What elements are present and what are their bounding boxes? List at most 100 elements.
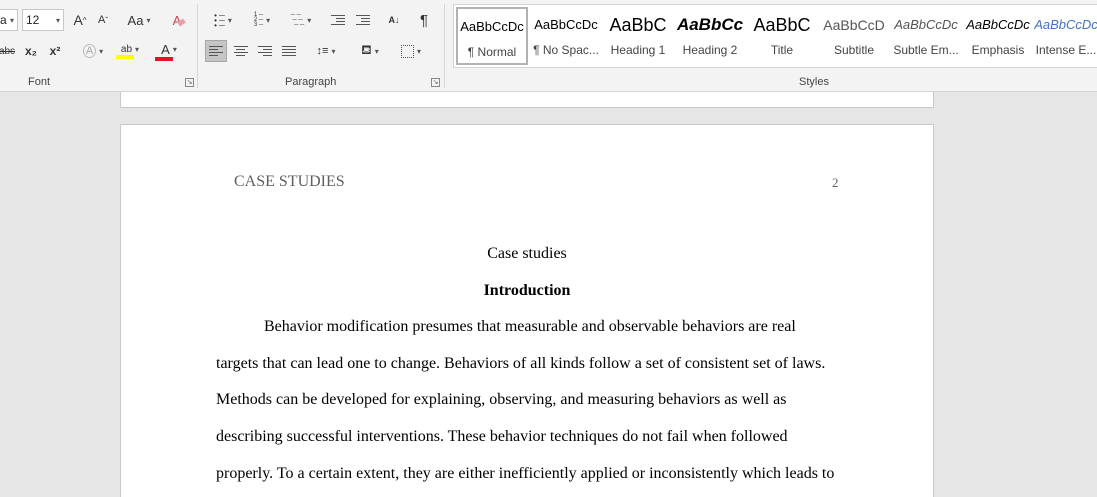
pilcrow-icon: ¶: [419, 11, 429, 29]
subscript-label: x₂: [24, 44, 37, 58]
bullets-button[interactable]: • ─ • ─ • ─ ▾: [206, 9, 240, 31]
previous-page-bottom: [120, 92, 934, 108]
style-preview: AaBbCcDc: [966, 17, 1030, 32]
sort-button[interactable]: A↓: [384, 9, 404, 31]
clear-formatting-button[interactable]: A: [168, 9, 190, 31]
chevron-down-icon: ▾: [99, 46, 104, 56]
text-effects-label: A: [82, 44, 97, 58]
style-name: Heading 1: [610, 43, 666, 57]
justify-icon: [282, 44, 296, 58]
strikethrough-label: abc: [0, 45, 16, 57]
ribbon: a ▾ 12 ▾ A ^ Aˇ Aa ▾ A abc x₂ x² A ▾ ab ▾ A ▾: [0, 0, 1097, 92]
style-heading-2[interactable]: AaBbCc Heading 2: [674, 7, 746, 65]
document-page[interactable]: CASE STUDIES 2 Case studies Introduction…: [120, 124, 934, 497]
style-preview: AaBbCcDc: [1034, 17, 1097, 32]
style-title[interactable]: AaBbC Title: [746, 7, 818, 65]
chevron-down-icon: ▾: [172, 44, 177, 54]
style-subtitle[interactable]: AaBbCcD Subtitle: [818, 7, 890, 65]
body-line: describing successful interventions. The…: [216, 428, 788, 445]
chevron-down-icon: ▾: [331, 46, 336, 56]
decrease-indent-button[interactable]: [328, 9, 348, 31]
increase-indent-icon: [356, 13, 370, 27]
style-no-spacing[interactable]: AaBbCcDc ¶ No Spac...: [530, 7, 602, 65]
style-name: ¶ Normal: [467, 45, 517, 59]
align-left-icon: [209, 44, 223, 58]
highlight-color-button[interactable]: ab ▾: [114, 40, 146, 62]
borders-button[interactable]: ▾: [394, 40, 428, 62]
grow-font-button[interactable]: A ^: [70, 9, 90, 31]
style-heading-1[interactable]: AaBbC Heading 1: [602, 7, 674, 65]
chevron-down-icon: ▾: [266, 15, 271, 25]
shading-button[interactable]: ⛾ ▾: [353, 40, 387, 62]
superscript-label: x²: [49, 44, 61, 58]
font-size-value: 12: [26, 13, 40, 27]
numbered-list-icon: 1 ─ 2 ─ 3 ─: [253, 11, 264, 28]
line-spacing-button[interactable]: ↕≡ ▾: [309, 40, 343, 62]
multilevel-list-button[interactable]: ─ ─ ─ ─ ─ ─ ▾: [284, 9, 318, 31]
line-spacing-icon: ↕≡: [316, 45, 329, 57]
subscript-button[interactable]: x₂: [22, 40, 40, 62]
font-name-combo[interactable]: a ▾: [0, 9, 18, 31]
group-divider: [197, 4, 198, 88]
style-preview: AaBbCc: [676, 15, 744, 34]
styles-group-label: Styles: [799, 76, 829, 88]
align-left-button[interactable]: [205, 40, 227, 62]
page-number: 2: [832, 175, 839, 190]
show-formatting-button[interactable]: ¶: [414, 9, 434, 31]
body-line: properly. To a certain extent, they are …: [216, 465, 835, 482]
font-group-label: Font: [28, 76, 51, 88]
change-case-button[interactable]: Aa ▾: [122, 9, 156, 31]
shrink-font-label: A: [97, 14, 106, 26]
align-center-icon: [234, 44, 248, 58]
style-name: Emphasis: [971, 43, 1025, 57]
paragraph-dialog-launcher-icon[interactable]: ↘: [431, 78, 440, 87]
font-dialog-launcher-icon[interactable]: ↘: [185, 78, 194, 87]
running-head: CASE STUDIES: [234, 173, 345, 190]
chevron-down-icon: ▾: [9, 16, 14, 25]
increase-indent-button[interactable]: [353, 9, 373, 31]
style-preview: AaBbC: [753, 15, 811, 35]
align-right-button[interactable]: [254, 40, 276, 62]
borders-icon: [400, 44, 414, 58]
grow-font-label: A: [73, 12, 83, 28]
style-name: Intense E...: [1035, 43, 1097, 57]
style-name: Subtitle: [833, 43, 875, 57]
style-preview: AaBbCcDc: [460, 19, 524, 34]
eraser-icon: A: [173, 13, 187, 28]
style-intense-emphasis[interactable]: AaBbCcDc Intense E...: [1034, 7, 1097, 65]
chevron-down-icon: ▾: [55, 16, 60, 25]
style-name: Title: [770, 43, 794, 57]
style-emphasis[interactable]: AaBbCcDc Emphasis: [962, 7, 1034, 65]
style-preview: AaBbCcDc: [534, 17, 598, 32]
align-center-button[interactable]: [230, 40, 252, 62]
body-line: targets that can lead one to change. Beh…: [216, 355, 826, 372]
style-name: Subtle Em...: [893, 43, 959, 57]
align-right-icon: [258, 44, 272, 58]
highlight-label: ab: [120, 43, 133, 55]
chevron-down-icon: ▾: [227, 15, 232, 25]
style-preview: AaBbC: [609, 15, 667, 35]
justify-button[interactable]: [278, 40, 300, 62]
shrink-font-button[interactable]: Aˇ: [94, 9, 112, 31]
text-effects-button[interactable]: A ▾: [78, 40, 108, 62]
style-normal[interactable]: AaBbCcDc ¶ Normal: [456, 7, 528, 65]
style-preview: AaBbCcDc: [894, 17, 958, 32]
font-size-combo[interactable]: 12 ▾: [22, 9, 64, 31]
superscript-button[interactable]: x²: [46, 40, 64, 62]
group-divider: [444, 4, 445, 88]
style-subtle-emphasis[interactable]: AaBbCcDc Subtle Em...: [890, 7, 962, 65]
numbering-button[interactable]: 1 ─ 2 ─ 3 ─ ▾: [245, 9, 279, 31]
strikethrough-button[interactable]: abc: [0, 40, 18, 62]
body-line: Behavior modification presumes that meas…: [264, 318, 796, 335]
document-title: Case studies: [487, 245, 567, 262]
chevron-down-icon: ▾: [416, 46, 421, 56]
highlight-swatch: [116, 54, 134, 59]
body-line: Methods can be developed for explaining,…: [216, 391, 787, 408]
multilevel-list-icon: ─ ─ ─ ─ ─ ─: [290, 11, 305, 28]
style-preview: AaBbCcD: [823, 17, 885, 33]
font-color-button[interactable]: A ▾: [152, 40, 186, 62]
chevron-down-icon: ▾: [374, 46, 379, 56]
font-name-value: a: [0, 13, 7, 27]
styles-gallery: AaBbCcDc ¶ Normal AaBbCcDc ¶ No Spac... …: [453, 4, 1097, 68]
caret-up-icon: ^: [82, 15, 87, 25]
